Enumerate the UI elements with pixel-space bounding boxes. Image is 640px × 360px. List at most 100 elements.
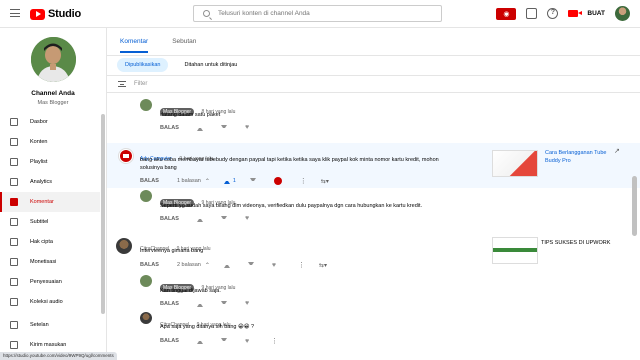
sort-options-icon[interactable]: ⇆▾ [319,262,327,269]
help-icon[interactable]: ? [547,8,559,19]
sidebar-item-label: Subtitel [30,219,49,225]
go-live-icon[interactable]: ◉ [496,7,517,20]
like-icon[interactable] [196,338,203,344]
sidebar-item-label: Monetisasi [30,259,57,265]
main-scrollbar[interactable] [632,176,637,236]
comment-actions: BALAS ♥ [160,215,267,222]
like-icon[interactable] [196,301,203,307]
dislike-icon[interactable] [220,215,227,222]
dislike-icon[interactable] [220,124,227,131]
chevron-up-icon[interactable]: ⌃ [205,178,210,185]
more-options-icon[interactable]: ⋮ [298,261,305,269]
sidebar-item-label: Konten [30,139,48,145]
channel-name: Channel Anda [31,90,75,97]
heart-icon[interactable]: ♥ [245,300,249,307]
sort-options-icon[interactable]: ⇆▾ [321,178,329,185]
sidebar-item-dasbor[interactable]: Dasbor [0,112,100,132]
sidebar-item-label: Setelan [30,322,49,328]
comment-actions: BALAS 1 balasan ⌃ 1 ⋮ ⇆▾ [140,177,329,185]
reply-button[interactable]: BALAS [160,301,179,307]
comment-actions: BALAS 2 balasan ⌃ ♥ ⋮ ⇆▾ [140,261,327,270]
replies-toggle[interactable]: 1 balasan [177,178,201,184]
heart-icon[interactable]: ♥ [245,338,249,345]
comment-text: Apa saja yang ditanya sih bang 😁😁 ? [160,324,255,330]
comment-text: Seperti yg sudah saya bilang dlm videony… [160,203,423,209]
chevron-up-icon[interactable]: ⌃ [205,262,210,269]
channel-avatar[interactable] [31,37,76,82]
sidebar-item-label: Analytics [30,179,53,185]
commenter-avatar[interactable] [140,275,152,287]
dislike-icon[interactable] [220,300,227,307]
sidebar-item-playlist[interactable]: Playlist [0,152,100,172]
commenter-avatar[interactable] [116,238,132,254]
sidebar-item-hak-cipta[interactable]: Hak cipta [0,232,100,252]
reply-button[interactable]: BALAS [160,125,179,131]
audio-library-icon [10,298,18,306]
reply-button[interactable]: BALAS [160,216,179,222]
chip-held-for-review[interactable]: Ditahan untuk ditinjau [176,58,245,72]
commenter-avatar[interactable] [140,312,152,324]
video-title-link[interactable]: Cara Berlangganan Tube Buddy Pro [545,149,607,165]
sidebar-item-label: Hak cipta [30,239,53,245]
replies-toggle[interactable]: 2 balasan [177,262,201,268]
reply-button[interactable]: BALAS [140,178,159,184]
settings-icon [10,321,18,329]
heart-icon[interactable]: ♥ [245,215,249,222]
filter-bar[interactable]: Filter [107,75,640,93]
sidebar-item-label: Komentar [30,199,54,205]
comment-actions: BALAS ♥ ⋮ [160,337,278,346]
sidebar-item-penyesuaian[interactable]: Penyesuaian [0,272,100,292]
like-icon[interactable] [196,216,203,222]
reply-button[interactable]: BALAS [160,338,179,344]
sidebar-item-monetisasi[interactable]: Monetisasi [0,252,100,272]
account-avatar[interactable] [615,6,630,21]
search-icon[interactable] [203,10,210,17]
top-bar: Studio ◉ ? BUAT [0,0,640,28]
sidebar-scrollbar[interactable] [101,114,105,314]
like-icon[interactable] [223,178,230,184]
search-input[interactable] [218,10,418,17]
dislike-icon[interactable] [220,338,227,344]
sidebar-item-setelan[interactable]: Setelan [0,315,100,335]
video-title-link[interactable]: TIPS SUKSES DI UPWORK [541,239,621,247]
sidebar-item-label: Dasbor [30,119,48,125]
like-icon[interactable] [223,262,230,268]
filter-placeholder[interactable]: Filter [134,81,147,87]
analytics-icon [10,178,18,186]
sidebar-item-subtitel[interactable]: Subtitel [0,212,100,232]
sidebar-item-konten[interactable]: Konten [0,132,100,152]
tabs: Komentar Sebutan [120,38,196,53]
main-panel: Komentar Sebutan Dipublikasikan Ditahan … [107,28,640,360]
search-box[interactable] [193,5,442,22]
comment-text: Kan tinggal dijawab saja. [160,288,221,294]
dashboard-icon [10,118,18,126]
dislike-icon[interactable] [247,262,254,268]
creator-heart-icon[interactable] [273,177,282,185]
sidebar-item-label: Koleksi audio [30,299,63,305]
reply-button[interactable]: BALAS [140,262,159,268]
tab-komentar[interactable]: Komentar [120,38,149,53]
create-label: BUAT [587,10,605,17]
more-options-icon[interactable]: ⋮ [300,177,307,185]
commenter-avatar[interactable] [140,190,152,202]
video-thumbnail[interactable] [492,150,538,177]
chip-published[interactable]: Dipublikasikan [117,58,169,72]
dislike-icon[interactable] [249,178,256,184]
menu-icon[interactable] [10,9,20,17]
like-icon[interactable] [196,125,203,131]
tab-sebutan[interactable]: Sebutan [172,38,196,53]
sidebar-item-analytics[interactable]: Analytics [0,172,100,192]
create-button[interactable]: BUAT [568,10,605,17]
messages-icon[interactable] [526,8,538,19]
video-thumbnail[interactable] [492,237,538,264]
commenter-avatar[interactable] [140,99,152,111]
open-external-icon[interactable]: ↗ [614,147,620,155]
youtube-studio-logo[interactable]: Studio [30,8,81,20]
sidebar-item-komentar[interactable]: Komentar [0,192,100,212]
more-options-icon[interactable]: ⋮ [271,337,278,345]
filter-icon[interactable] [118,81,126,87]
commenter-avatar[interactable] [118,148,134,164]
sidebar-item-koleksi-audio[interactable]: Koleksi audio [0,292,100,312]
heart-icon[interactable]: ♥ [272,262,276,269]
heart-icon[interactable]: ♥ [245,124,249,131]
